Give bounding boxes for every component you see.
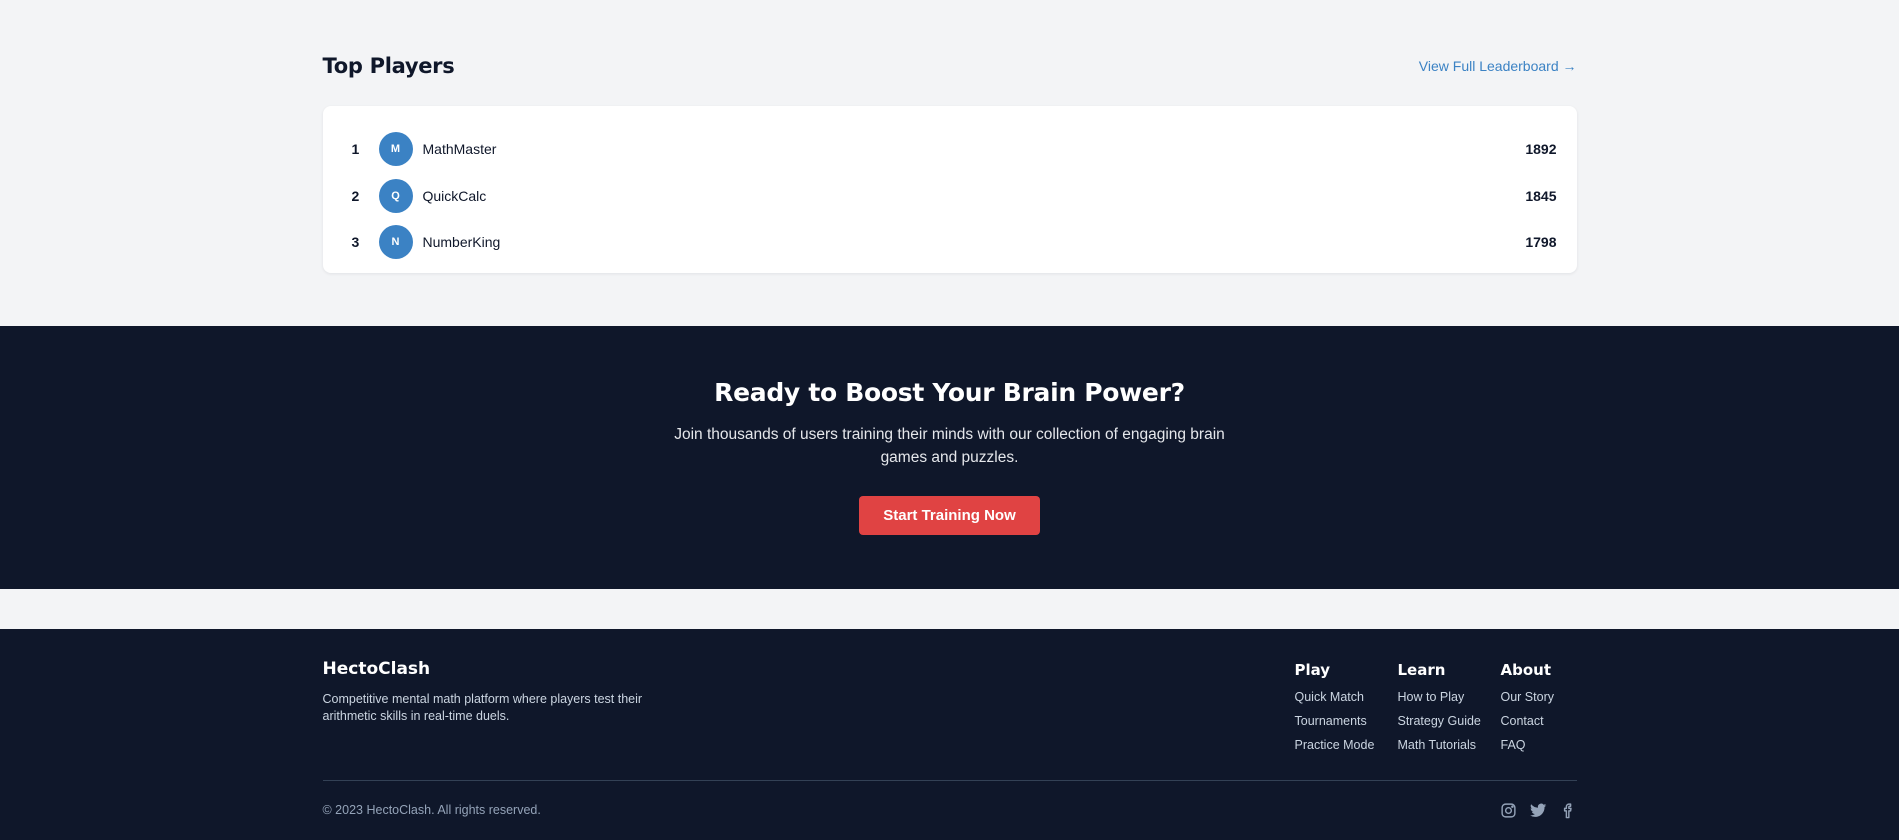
footer-brand-description: Competitive mental math platform where p… xyxy=(322,692,643,723)
instagram-icon[interactable] xyxy=(1500,802,1517,819)
cta-description: Join thousands of users training their m… xyxy=(674,426,1225,466)
facebook-icon[interactable] xyxy=(1560,802,1577,819)
footer-link-strategy-guide[interactable]: Strategy Guide xyxy=(1398,713,1501,737)
player-score: 1892 xyxy=(1525,141,1557,158)
top-players-section: Top Players View Full Leaderboard → 1 M … xyxy=(0,0,1899,326)
footer-link-math-tutorials[interactable]: Math Tutorials xyxy=(1398,737,1501,761)
social-links xyxy=(1500,802,1577,819)
footer-column-title: About xyxy=(1500,661,1552,679)
start-training-button[interactable]: Start Training Now xyxy=(859,496,1040,535)
footer-column-learn: Learn How to Play Strategy Guide Math Tu… xyxy=(1398,659,1501,780)
leaderboard-card: 1 M MathMaster 1892 2 Q QuickCalc 1845 3… xyxy=(322,106,1577,273)
footer-link-practice-mode[interactable]: Practice Mode xyxy=(1295,737,1398,761)
copyright-text: © 2023 HectoClash. All rights reserved. xyxy=(322,803,541,817)
twitter-icon[interactable] xyxy=(1529,802,1547,819)
footer-brand-name: HectoClash xyxy=(322,659,431,679)
footer-column-title: Learn xyxy=(1397,661,1446,679)
footer-link-faq[interactable]: FAQ xyxy=(1501,737,1577,761)
footer-link-tournaments[interactable]: Tournaments xyxy=(1295,713,1398,737)
player-name: MathMaster xyxy=(422,141,497,158)
footer-link-quick-match[interactable]: Quick Match xyxy=(1295,689,1398,713)
footer-link-how-to-play[interactable]: How to Play xyxy=(1398,689,1501,713)
player-rank: 1 xyxy=(351,141,360,158)
player-rank: 2 xyxy=(351,187,360,204)
player-row[interactable]: 3 N NumberKing 1798 xyxy=(343,219,1557,266)
player-row[interactable]: 2 Q QuickCalc 1845 xyxy=(343,173,1557,220)
footer-column-play: Play Quick Match Tournaments Practice Mo… xyxy=(1295,659,1398,780)
top-players-header: Top Players View Full Leaderboard → xyxy=(322,54,1577,78)
footer-link-our-story[interactable]: Our Story xyxy=(1501,689,1577,713)
footer-column-title: Play xyxy=(1294,661,1331,679)
cta-title: Ready to Boost Your Brain Power? xyxy=(714,378,1185,407)
player-score: 1798 xyxy=(1525,234,1557,251)
player-name: QuickCalc xyxy=(422,187,487,204)
avatar: Q xyxy=(378,178,413,213)
view-full-leaderboard-link[interactable]: View Full Leaderboard → xyxy=(1419,58,1577,74)
avatar: N xyxy=(378,225,413,260)
top-players-title: Top Players xyxy=(322,54,455,78)
cta-section: Ready to Boost Your Brain Power? Join th… xyxy=(0,326,1899,589)
player-score: 1845 xyxy=(1525,187,1557,204)
footer-columns: Play Quick Match Tournaments Practice Mo… xyxy=(1295,659,1577,780)
footer-brand: HectoClash Competitive mental math platf… xyxy=(323,659,693,780)
footer-column-about: About Our Story Contact FAQ xyxy=(1501,659,1577,780)
player-rank: 3 xyxy=(351,234,360,251)
footer-link-contact[interactable]: Contact xyxy=(1501,713,1577,737)
avatar: M xyxy=(378,132,413,167)
player-row[interactable]: 1 M MathMaster 1892 xyxy=(343,126,1557,173)
section-spacer xyxy=(0,589,1899,629)
footer: HectoClash Competitive mental math platf… xyxy=(0,629,1899,840)
player-name: NumberKing xyxy=(422,234,501,251)
